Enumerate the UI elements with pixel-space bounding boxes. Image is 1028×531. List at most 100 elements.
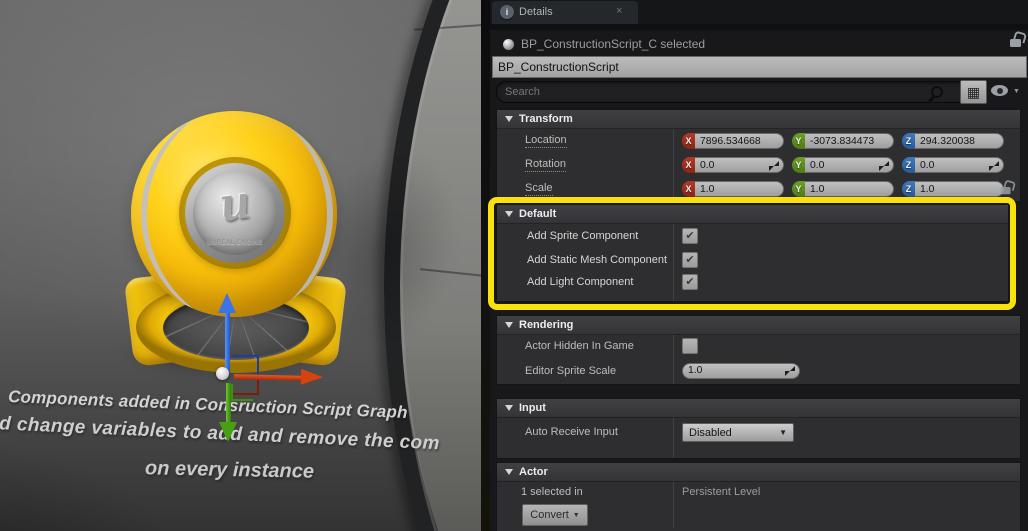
- property-row-add-static-mesh: Add Static Mesh Component ✔: [497, 248, 1008, 272]
- section-header-input[interactable]: Input: [497, 399, 1020, 418]
- section-input: Input Auto Receive Input Disabled ▼: [497, 399, 1020, 458]
- viewport-right-edge: [481, 0, 490, 531]
- rotation-y-field[interactable]: 0.0: [805, 157, 894, 173]
- property-row-sprite-scale: Editor Sprite Scale 1.0: [497, 357, 1020, 384]
- rotation-x-field[interactable]: 0.0: [695, 157, 784, 173]
- section-transform: Transform Location X 7896.534668 Y -3073.8…: [497, 110, 1020, 201]
- floor-text-line3: on every instance: [144, 457, 315, 483]
- gizmo-y-axis-arrowhead[interactable]: [219, 422, 237, 442]
- section-rendering: Rendering Actor Hidden In Game Editor Sp…: [497, 316, 1020, 384]
- gizmo-x-axis-arrowhead[interactable]: [300, 368, 324, 386]
- emblem-disc: u UNREAL ENGINE: [193, 171, 277, 255]
- viewport-3d[interactable]: u UNREAL ENGINE Components added in Cons…: [0, 0, 490, 531]
- selection-summary: BP_ConstructionScript_C selected: [521, 37, 706, 51]
- property-row-auto-receive-input: Auto Receive Input Disabled ▼: [497, 418, 1020, 458]
- chevron-down-icon: ▼: [779, 428, 787, 437]
- actor-name-field[interactable]: [492, 56, 1027, 78]
- search-input[interactable]: [496, 81, 972, 103]
- property-label: Add Light Component: [527, 276, 634, 288]
- axis-x-chip: X: [682, 157, 695, 173]
- convert-button[interactable]: Convert ▼: [522, 504, 588, 526]
- section-default: Default Add Sprite Component ✔ Add Stati…: [497, 205, 1008, 301]
- axis-x-chip: X: [682, 133, 695, 149]
- unreal-logo: u: [216, 172, 254, 233]
- actor-hidden-checkbox[interactable]: [682, 338, 698, 354]
- property-row-selected-in: 1 selected in Persistent Level: [497, 482, 1020, 502]
- gizmo-z-axis-arrowhead[interactable]: [218, 293, 236, 313]
- expander-arrow-icon: [505, 322, 513, 328]
- emblem-ring: u UNREAL ENGINE: [185, 163, 285, 263]
- section-header-transform[interactable]: Transform: [497, 110, 1020, 129]
- tab-close-icon[interactable]: ×: [616, 5, 622, 17]
- add-static-mesh-checkbox[interactable]: ✔: [682, 252, 698, 268]
- axis-y-chip: Y: [792, 181, 805, 197]
- details-panel: i Details × BP_ConstructionScript_C sele…: [488, 0, 1028, 531]
- view-options-button[interactable]: ▼: [991, 82, 1025, 102]
- sprite-scale-field[interactable]: 1.0: [682, 362, 800, 379]
- property-row-add-light: Add Light Component ✔: [497, 272, 1008, 301]
- section-header-default[interactable]: Default: [497, 205, 1008, 224]
- axis-y-chip: Y: [792, 133, 805, 149]
- eye-icon: [991, 85, 1008, 96]
- scale-z-field[interactable]: 1.0: [915, 181, 1004, 197]
- chevron-down-icon: ▼: [1013, 88, 1020, 95]
- property-row-add-sprite: Add Sprite Component ✔: [497, 224, 1008, 248]
- property-row-location: Location X 7896.534668 Y -3073.834473 Z 294…: [497, 129, 1020, 153]
- rotation-z-field[interactable]: 0.0: [915, 157, 1004, 173]
- property-label: Rotation: [525, 158, 566, 172]
- expander-arrow-icon: [505, 405, 513, 411]
- axis-z-chip: Z: [902, 157, 915, 173]
- tab-bar: i Details ×: [490, 0, 1028, 24]
- gizmo-z-axis-arrow[interactable]: [225, 310, 230, 374]
- property-matrix-button[interactable]: ▦: [960, 80, 987, 104]
- auto-receive-input-dropdown[interactable]: Disabled ▼: [682, 423, 794, 442]
- property-label: Auto Receive Input: [525, 426, 618, 438]
- property-row-rotation: Rotation X 0.0 Y 0.0 Z 0.0: [497, 153, 1020, 177]
- property-label: Actor Hidden In Game: [525, 340, 634, 352]
- location-x-field[interactable]: 7896.534668: [695, 133, 784, 149]
- search-icon: [931, 86, 943, 98]
- section-header-actor[interactable]: Actor: [497, 463, 1020, 482]
- tab-shadow-strip: [490, 24, 1028, 30]
- property-label: Add Static Mesh Component: [527, 254, 668, 266]
- property-label: Add Sprite Component: [527, 230, 639, 242]
- spinner-icon[interactable]: [785, 366, 795, 376]
- ball-emblem: u UNREAL ENGINE: [179, 157, 291, 269]
- property-label: Editor Sprite Scale: [525, 364, 617, 377]
- details-info-icon: i: [500, 5, 514, 19]
- chevron-down-icon: ▼: [572, 511, 580, 519]
- property-row-scale: Scale X 1.0 Y 1.0 Z 1.0: [497, 177, 1020, 201]
- lock-body: [1000, 187, 1011, 195]
- section-title: Rendering: [519, 319, 574, 331]
- scale-x-field[interactable]: 1.0: [695, 181, 784, 197]
- scale-y-field[interactable]: 1.0: [805, 181, 894, 197]
- section-title: Transform: [519, 113, 573, 125]
- lock-body: [1010, 39, 1021, 47]
- section-title: Actor: [519, 466, 548, 478]
- location-z-field[interactable]: 294.320038: [915, 133, 1004, 149]
- axis-z-chip: Z: [902, 181, 915, 197]
- persistent-level-value: Persistent Level: [682, 486, 761, 498]
- section-header-rendering[interactable]: Rendering: [497, 316, 1020, 335]
- location-y-field[interactable]: -3073.834473: [805, 133, 894, 149]
- scale-lock-icon[interactable]: [1000, 179, 1017, 195]
- gizmo-y-axis-arrow[interactable]: [226, 383, 231, 425]
- spinner-icon[interactable]: [769, 160, 779, 171]
- expander-arrow-icon: [505, 211, 513, 217]
- add-light-checkbox[interactable]: ✔: [682, 274, 698, 290]
- lock-icon[interactable]: [1009, 30, 1028, 47]
- add-sprite-checkbox[interactable]: ✔: [682, 228, 698, 244]
- gizmo-origin-handle[interactable]: [216, 367, 229, 380]
- spinner-icon[interactable]: [879, 160, 889, 171]
- axis-z-chip: Z: [902, 133, 915, 149]
- property-label: Scale: [525, 182, 553, 196]
- expander-arrow-icon: [505, 469, 513, 475]
- tab-details[interactable]: i Details ×: [492, 1, 638, 24]
- spinner-icon[interactable]: [989, 160, 999, 171]
- section-title: Default: [519, 208, 557, 220]
- section-title: Input: [519, 402, 546, 414]
- property-label: Location: [525, 134, 567, 148]
- gizmo-plane-handle-yz[interactable]: [231, 384, 253, 401]
- axis-x-chip: X: [682, 181, 695, 197]
- property-label: 1 selected in: [521, 486, 583, 498]
